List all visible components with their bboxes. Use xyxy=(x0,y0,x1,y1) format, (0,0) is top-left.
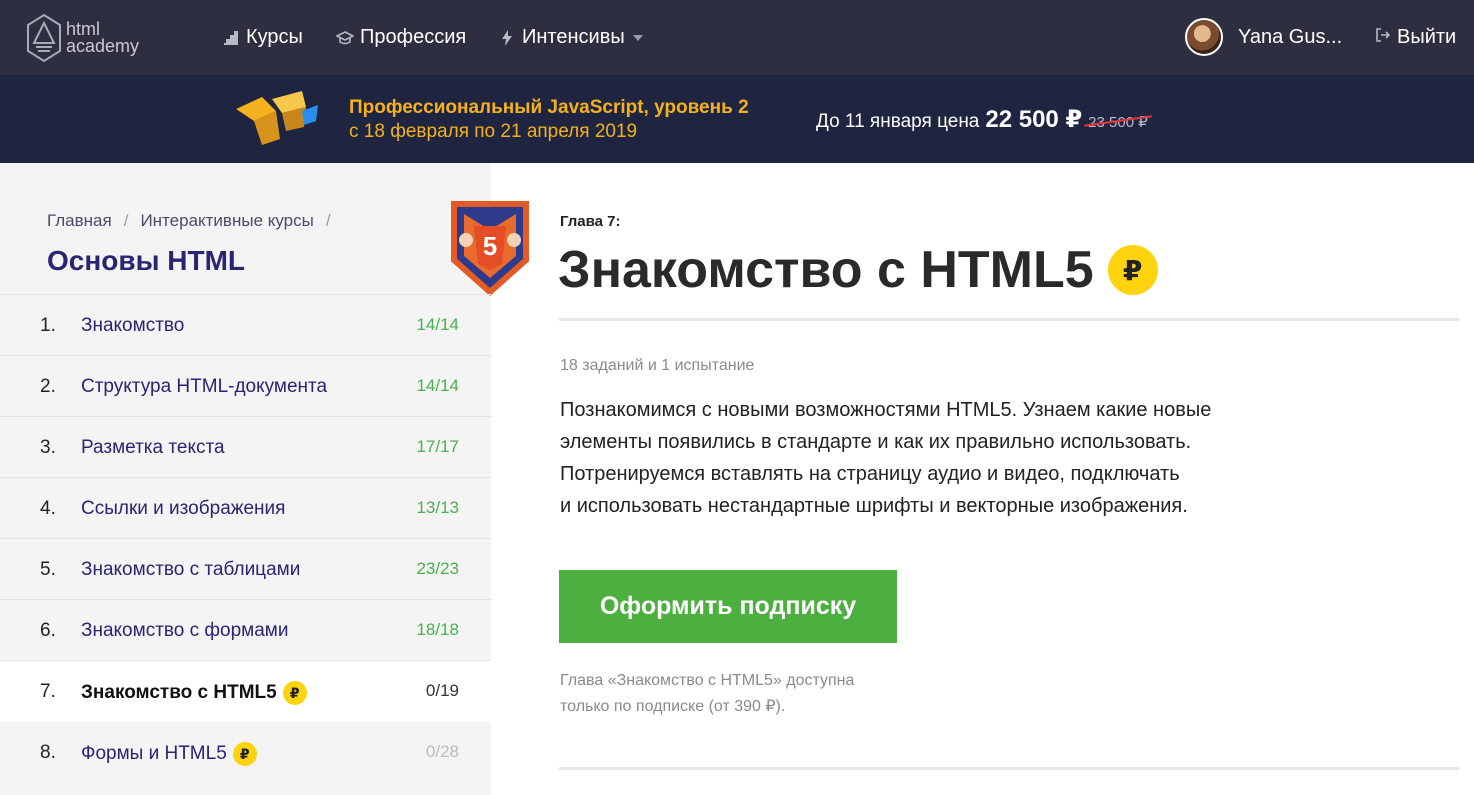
chapter-title: Знакомство с HTML5 ₽ xyxy=(81,681,307,705)
logout-icon xyxy=(1375,27,1391,48)
stairs-icon xyxy=(222,29,240,47)
subscribe-button[interactable]: Оформить подписку xyxy=(559,570,897,643)
chapter-progress: 14/14 xyxy=(416,376,459,395)
course-sidebar: Главная / Интерактивные курсы / Основы HTML… xyxy=(0,163,529,795)
chapter-progress: 23/23 xyxy=(416,559,459,578)
chapter-title-text: Знакомство с HTML5 xyxy=(81,682,277,703)
chapter-title-text: Знакомство xyxy=(81,315,185,336)
note-line: только по подписке (от 390 ₽). xyxy=(560,698,786,715)
avatar xyxy=(1185,18,1223,56)
user-menu[interactable]: Yana Gus... xyxy=(1185,18,1342,56)
chapter-progress: 13/13 xyxy=(416,498,459,517)
chapter-title: Структура HTML-документа xyxy=(81,376,327,398)
divider xyxy=(559,318,1459,321)
lightning-icon xyxy=(498,29,516,47)
chapter-title: Ссылки и изображения xyxy=(81,498,285,520)
promo-price-block: До 11 января цена 22 500 ₽ 23 500 ₽ xyxy=(816,105,1148,134)
breadcrumb-home[interactable]: Главная xyxy=(47,211,112,230)
chapter-title: Формы и HTML5 ₽ xyxy=(81,742,257,766)
chapter-number: 6. xyxy=(40,620,56,641)
academy-logo-icon xyxy=(27,13,61,63)
logout-link[interactable]: Выйти xyxy=(1375,26,1456,49)
chapter-title: Разметка текста xyxy=(81,437,225,459)
chapter-description: Познакомимся с новыми возможностями HTML… xyxy=(560,394,1320,522)
graduation-cap-icon xyxy=(336,29,354,47)
breadcrumb: Главная / Интерактивные курсы / xyxy=(47,211,343,231)
description-line: и использовать нестандартные шрифты и ве… xyxy=(560,495,1188,517)
promo-old-price: 23 500 ₽ xyxy=(1088,114,1148,131)
chapter-title: Знакомство с формами xyxy=(81,620,288,642)
chapter-meta: 18 заданий и 1 испытание xyxy=(560,357,755,374)
logo-text: html academy xyxy=(66,20,140,56)
page-title-text: Знакомство с HTML5 xyxy=(558,241,1094,299)
chapter-number: 5. xyxy=(40,559,56,580)
promo-title: Профессиональный JavaScript, уровень 2 xyxy=(349,97,749,118)
ruble-badge-icon: ₽ xyxy=(1107,245,1158,295)
top-navbar: html academy Курсы Профессия Интенсивы Y… xyxy=(0,0,1474,75)
javascript-promo-art-icon xyxy=(236,91,318,145)
chapter-title: Знакомство xyxy=(81,315,184,337)
chapter-number: 7. xyxy=(40,681,56,702)
description-line: Потренируемся вставлять на страницу ауди… xyxy=(560,463,1180,485)
chapter-item[interactable]: 3. Разметка текста 17/17 xyxy=(0,417,491,478)
chapter-item[interactable]: 1. Знакомство 14/14 xyxy=(0,295,491,356)
subscription-note: Глава «Знакомство с HTML5» доступна толь… xyxy=(560,668,920,720)
breadcrumb-separator: / xyxy=(325,211,331,230)
badge-number: 5 xyxy=(483,231,497,261)
chapter-title-text: Структура HTML-документа xyxy=(81,376,328,397)
promo-price: 22 500 ₽ xyxy=(985,106,1083,133)
promo-banner[interactable]: Профессиональный JavaScript, уровень 2 с… xyxy=(0,75,1474,163)
chapter-title-text: Знакомство с формами xyxy=(81,620,289,641)
ruble-badge-icon: ₽ xyxy=(232,742,257,766)
chapter-title-text: Знакомство с таблицами xyxy=(81,559,301,580)
chapter-progress: 17/17 xyxy=(416,437,459,456)
chapter-item[interactable]: 4. Ссылки и изображения 13/13 xyxy=(0,478,491,539)
chapter-progress: 18/18 xyxy=(416,620,459,639)
chapter-progress: 14/14 xyxy=(416,315,459,334)
chapter-item[interactable]: 6. Знакомство с формами 18/18 xyxy=(0,600,491,661)
nav-profession[interactable]: Профессия xyxy=(336,26,466,49)
description-line: Познакомимся с новыми возможностями HTML… xyxy=(560,399,1212,421)
chevron-down-icon xyxy=(632,34,643,41)
nav-courses-label: Курсы xyxy=(246,26,303,48)
chapter-item-active[interactable]: 7. Знакомство с HTML5 ₽ 0/19 xyxy=(0,661,491,722)
chapter-item[interactable]: 2. Структура HTML-документа 14/14 xyxy=(0,356,491,417)
promo-dates: с 18 февраля по 21 апреля 2019 xyxy=(349,121,638,142)
nav-courses[interactable]: Курсы xyxy=(222,26,303,49)
chapter-number: 8. xyxy=(40,742,56,763)
nav-profession-label: Профессия xyxy=(360,26,467,48)
chapter-item[interactable]: 8. Формы и HTML5 ₽ 0/28 xyxy=(0,722,491,783)
description-line: элементы появились в стандарте и как их … xyxy=(560,431,1192,453)
breadcrumb-separator: / xyxy=(123,211,129,230)
chapter-progress: 0/19 xyxy=(425,681,459,700)
chapter-title-text: Формы и HTML5 xyxy=(81,743,227,764)
chapter-title-text: Ссылки и изображения xyxy=(81,498,286,519)
chapter-number: 2. xyxy=(40,376,56,397)
divider xyxy=(559,767,1459,770)
chapter-number: 1. xyxy=(40,315,56,336)
course-title: Основы HTML xyxy=(47,245,246,276)
nav-intensives[interactable]: Интенсивы xyxy=(498,26,643,49)
page-title: Знакомство с HTML5 ₽ xyxy=(558,240,1158,300)
user-name: Yana Gus... xyxy=(1238,25,1343,48)
chapter-title-text: Разметка текста xyxy=(81,437,225,458)
html5-hero-badge-icon: 5 xyxy=(451,201,529,296)
chapter-title: Знакомство с таблицами xyxy=(81,559,300,581)
chapter-number: 4. xyxy=(40,498,56,519)
note-line: Глава «Знакомство с HTML5» доступна xyxy=(560,672,855,689)
site-logo[interactable]: html academy xyxy=(26,13,156,63)
promo-price-label: До 11 января цена xyxy=(816,111,980,132)
logo-text-line-2: academy xyxy=(66,36,140,56)
chapter-item[interactable]: 5. Знакомство с таблицами 23/23 xyxy=(0,539,491,600)
ruble-badge-icon: ₽ xyxy=(282,681,307,705)
nav-intensives-label: Интенсивы xyxy=(522,26,625,48)
breadcrumb-interactive-courses[interactable]: Интерактивные курсы xyxy=(140,211,313,230)
chapter-list: 1. Знакомство 14/14 2. Структура HTML-до… xyxy=(0,294,491,783)
chapter-progress: 0/28 xyxy=(425,742,459,761)
chapter-number: 3. xyxy=(40,437,56,458)
logout-label: Выйти xyxy=(1397,26,1457,48)
chapter-label: Глава 7: xyxy=(560,213,621,230)
